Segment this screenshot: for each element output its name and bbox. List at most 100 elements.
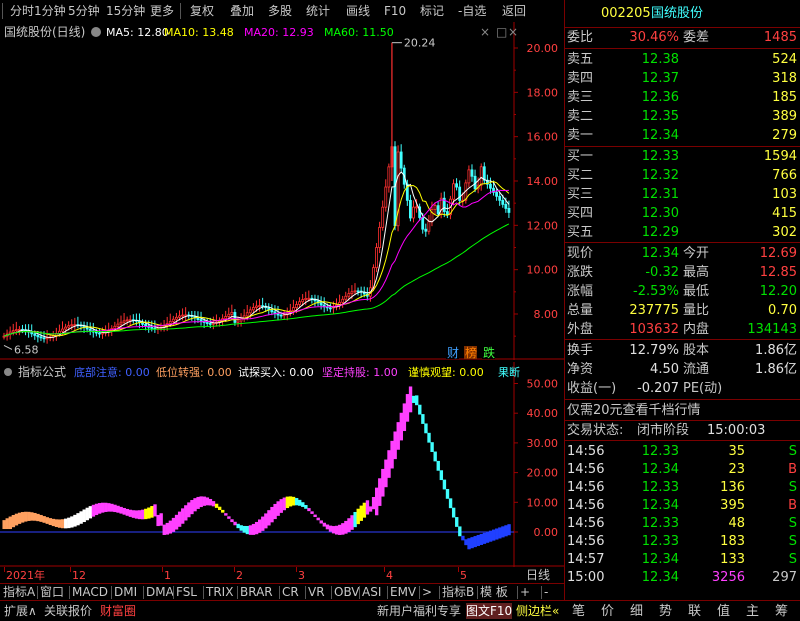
sell-volume-5: 524	[772, 52, 797, 67]
tick-flag: S	[788, 516, 797, 531]
toolbar-item-2[interactable]: 1分钟	[34, 3, 66, 19]
tick-volume: 133	[720, 552, 745, 567]
indicator-bar	[67, 517, 71, 529]
tab-10[interactable]: VR	[308, 585, 325, 600]
indicator-bar	[94, 503, 99, 516]
toolbar-item-5[interactable]: 更多	[150, 3, 174, 19]
indicator-bar	[236, 523, 240, 529]
tick-volume: 48	[728, 516, 745, 531]
panel-tab-4[interactable]: 势	[659, 603, 672, 620]
bottom-link-2[interactable]: 关联报价	[44, 603, 92, 619]
tab-3[interactable]: MACD	[72, 585, 108, 600]
buy-volume-5: 302	[772, 225, 797, 240]
panel-tab-6[interactable]: 值	[717, 603, 730, 620]
candle-body	[196, 317, 200, 320]
candle-body	[412, 206, 415, 219]
toolbar-item-10[interactable]: 画线	[346, 3, 370, 19]
toolbar-item-14[interactable]: 返回	[502, 3, 526, 19]
candle-body	[67, 325, 71, 328]
toolbar-item-3[interactable]: 5分钟	[68, 3, 100, 19]
indicator-bar	[473, 536, 477, 548]
tab-12[interactable]: ASI	[362, 585, 381, 600]
indicator-bar	[267, 510, 271, 526]
indicator-bar	[24, 511, 28, 522]
indicator-bar	[273, 503, 277, 520]
toolbar-item-13[interactable]: -自选	[458, 3, 486, 19]
tab-16[interactable]: 模 板	[480, 585, 508, 600]
panel-tab-1[interactable]: 笔	[572, 603, 585, 620]
indicator-chart[interactable]: 50.00 40.00 30.00 20.00 10.00 0.00 指标公式 底部注意: 0…	[0, 362, 564, 567]
indicator-bar	[113, 504, 117, 513]
indicator-bar	[402, 403, 407, 432]
tab-11[interactable]: OBV	[334, 585, 360, 600]
toolbar-item-11[interactable]: F10	[384, 3, 406, 19]
sidebar-toggle[interactable]: 侧边栏«	[516, 603, 559, 619]
tab-divider	[331, 586, 332, 599]
candle-body	[258, 305, 261, 308]
date-tick-mark	[4, 567, 5, 572]
tab-4[interactable]: DMI	[114, 585, 137, 600]
panel-tab-5[interactable]: 联	[688, 603, 701, 620]
indicator-bar	[488, 530, 493, 542]
tab-1[interactable]: 指标A	[3, 585, 35, 600]
promo-link[interactable]: 新用户福利专享	[377, 603, 461, 619]
tab-8[interactable]: BRAR	[240, 585, 273, 600]
toolbar-item-7[interactable]: 叠加	[230, 3, 254, 19]
kline-chart[interactable]: 20.00 18.00 16.00 14.00 12.00 10.00 8.00 国统股份(日…	[0, 22, 564, 360]
indicator-bar	[202, 496, 206, 506]
tab-divider	[173, 586, 174, 599]
tab-5[interactable]: DMA	[146, 585, 174, 600]
tab-9[interactable]: CR	[282, 585, 299, 600]
indicator-bar	[304, 505, 308, 509]
panel-tab-2[interactable]: 价	[601, 603, 614, 620]
buy-label-4: 买四	[567, 206, 594, 221]
panel-tab-7[interactable]: 主	[746, 603, 759, 620]
buy-label-1: 买一	[567, 149, 594, 164]
candle-body	[17, 328, 21, 331]
tab-7[interactable]: TRIX	[206, 585, 233, 600]
candle-body	[224, 316, 228, 320]
indicator-bar	[451, 507, 456, 518]
candle-body	[452, 183, 455, 200]
indicator-bar	[334, 525, 339, 535]
indicator-bar	[501, 526, 505, 538]
toolbar-item-4[interactable]: 15分钟	[106, 3, 145, 19]
toolbar-item-8[interactable]: 多股	[268, 3, 292, 19]
f10-link[interactable]: 图文F10	[466, 603, 513, 619]
panel-tab-8[interactable]: 筹	[775, 603, 788, 620]
toolbar-item-1[interactable]: 分时	[10, 3, 34, 19]
date-label: 4	[386, 569, 393, 582]
indicator-value-3: 试探买入: 0.00	[238, 366, 314, 379]
tab-14[interactable]: >	[422, 585, 432, 600]
toolbar-item-6[interactable]: 复权	[190, 3, 214, 19]
tick-time: 14:56	[567, 516, 605, 531]
sell-price-5: 12.38	[641, 52, 679, 67]
quote-panel: 002205 国统股份 委比 30.46% 委差 1485 卖五 12.38 524 卖四 12.3…	[564, 0, 800, 600]
level2-promo[interactable]: 仅需20元查看千档行情	[567, 401, 701, 420]
buy-price-1: 12.33	[641, 149, 679, 164]
indicator-bar	[184, 505, 188, 521]
indicator-bar	[338, 524, 342, 535]
fund-label: 换手	[567, 343, 594, 358]
toolbar-item-12[interactable]: 标记	[420, 3, 444, 19]
indicator-bar	[476, 534, 480, 547]
indicator-bar	[371, 497, 376, 510]
price-tick-label: 20.00	[527, 42, 559, 55]
stat-label: 最低	[683, 284, 710, 299]
tab-2[interactable]: 窗口	[40, 585, 64, 600]
tab-15[interactable]: 指标B	[442, 585, 474, 600]
tab-17[interactable]: +	[520, 585, 530, 600]
indicator-bar	[70, 516, 74, 528]
tab-6[interactable]: FSL	[176, 585, 197, 600]
tab-13[interactable]: EMV	[390, 585, 416, 600]
indicator-bar	[368, 506, 373, 512]
bottom-link-3[interactable]: 财富圈	[100, 603, 136, 619]
bottom-link-1[interactable]: 扩展∧	[4, 603, 37, 619]
indicator-bar	[134, 510, 139, 519]
indicator-bar	[211, 501, 216, 507]
panel-tab-3[interactable]: 细	[630, 603, 643, 620]
tab-18[interactable]: -	[544, 585, 548, 600]
indicator-bar	[137, 510, 142, 520]
toolbar-item-9[interactable]: 统计	[306, 3, 330, 19]
indicator-bar	[42, 516, 46, 523]
